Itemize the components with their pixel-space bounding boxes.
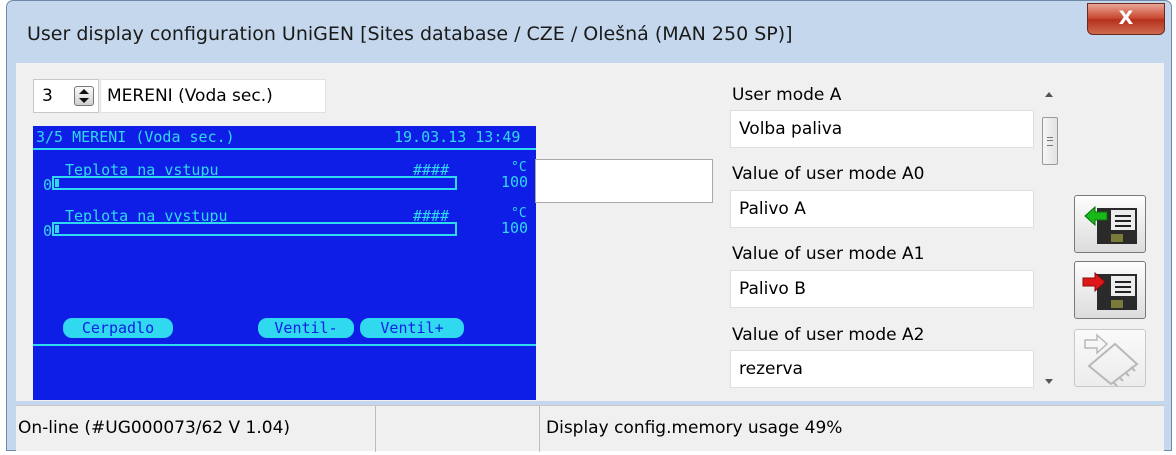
client-area: 3 MERENI (Voda sec.) 3/5 MERENI (Voda se…: [16, 63, 1164, 401]
connection-status: On-line (#UG000073/62 V 1.04): [16, 406, 376, 452]
scroll-thumb[interactable]: [1042, 117, 1058, 165]
vertical-scrollbar[interactable]: [1038, 79, 1062, 399]
write-controller-button[interactable]: [1074, 329, 1146, 387]
status-spacer: [376, 406, 540, 452]
element-input[interactable]: [535, 159, 713, 203]
user-mode-value-label: Value of user mode A0: [732, 164, 925, 184]
user-mode-value-label: Value of user mode A1: [732, 244, 925, 264]
user-mode-field[interactable]: Volba paliva: [730, 110, 1034, 148]
lcd-button-ventil-plus[interactable]: Ventil+: [360, 318, 464, 338]
user-mode-value-label: Value of user mode A2: [732, 325, 925, 345]
lcd-gauge-bar: [52, 222, 457, 236]
import-config-icon: [1084, 205, 1137, 244]
scroll-down-icon[interactable]: [1045, 379, 1053, 384]
user-mode-value-field[interactable]: Palivo B: [730, 270, 1034, 308]
lcd-gauge-fill: [55, 225, 59, 233]
lcd-gauge-fill: [55, 179, 59, 187]
import-config-button[interactable]: [1074, 195, 1146, 253]
lcd-gauge-max: 100: [501, 173, 529, 191]
export-config-button[interactable]: [1074, 261, 1146, 319]
display-preview: 3/5 MERENI (Voda sec.) 19.03.13 13:49 Te…: [33, 126, 536, 400]
lcd-gauge-min: 0: [43, 176, 53, 194]
lcd-button-ventil-minus[interactable]: Ventil-: [258, 318, 354, 338]
close-button[interactable]: X: [1087, 3, 1165, 35]
scroll-up-icon[interactable]: [1045, 92, 1053, 97]
user-mode-value-field[interactable]: rezerva: [730, 350, 1034, 388]
lcd-button-cerpadlo[interactable]: Cerpadlo: [63, 318, 173, 338]
status-bar: On-line (#UG000073/62 V 1.04) Display co…: [16, 405, 1164, 452]
lcd-gauge-max: 100: [501, 219, 529, 237]
window-title: User display configuration UniGEN [Sites…: [27, 23, 793, 45]
export-config-icon: [1082, 271, 1137, 310]
lcd-footer-divider: [33, 344, 536, 346]
lcd-gauge-min: 0: [43, 222, 53, 240]
memory-usage-status: Display config.memory usage 49%: [546, 418, 843, 438]
screen-number-value: 3: [42, 86, 53, 106]
lcd-header-divider: [33, 148, 536, 150]
lcd-header-title: 3/5 MERENI (Voda sec.): [36, 128, 235, 146]
lcd-gauge-bar: [52, 176, 457, 190]
lcd-header-datetime: 19.03.13 13:49: [394, 128, 521, 146]
controller-chip-icon: [1084, 333, 1139, 387]
spinner-arrows-icon[interactable]: [74, 86, 94, 106]
screen-number-spinner[interactable]: 3: [33, 79, 99, 113]
user-mode-label: User mode A: [732, 85, 842, 105]
user-mode-value-field[interactable]: Palivo A: [730, 190, 1034, 228]
screen-name-field[interactable]: MERENI (Voda sec.): [100, 79, 326, 113]
